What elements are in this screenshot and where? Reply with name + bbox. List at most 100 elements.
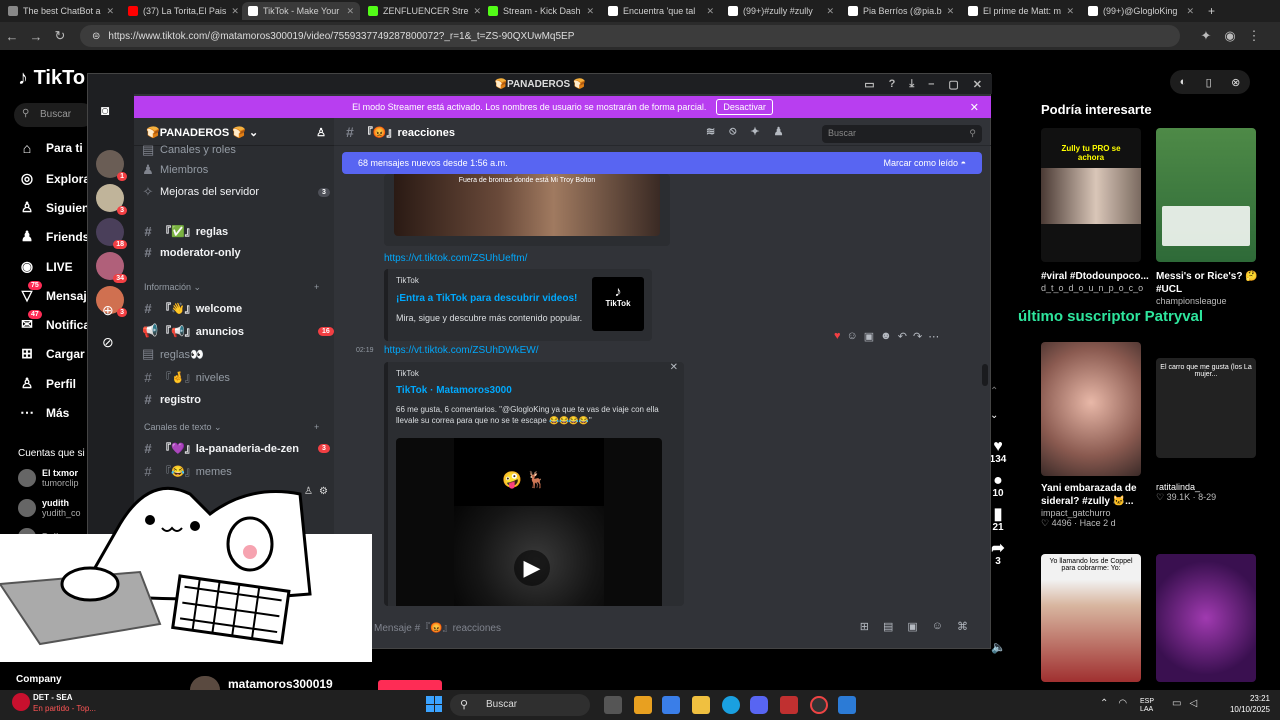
close-icon[interactable]: ✕ [973,78,982,91]
browser-tab[interactable]: TikTok - Make Your ✕ [242,2,360,20]
chat-scrollbar[interactable] [982,364,988,386]
volume-tray-icon[interactable]: ◁ [1189,698,1197,709]
browser-tab[interactable]: (99+)#zully #zully ✕ [722,2,840,20]
nav-item[interactable]: ♟ Friends [18,228,90,245]
channel-item[interactable]: # moderator-only [142,245,240,260]
reaction-sticker-icon[interactable]: ▣ [864,330,874,343]
rec-thumbnail-6[interactable] [1156,554,1256,682]
nav-item[interactable]: ⊞ Cargar [18,345,85,362]
emoji-icon[interactable]: ☺ [932,620,943,633]
embed2-video[interactable]: 🤪 🦌 ▶ [396,438,662,606]
next-video-icon[interactable]: ⌄ [990,410,998,421]
server-icon[interactable]: 3 [96,184,127,215]
task-view-icon[interactable] [604,696,622,714]
tab-close-icon[interactable]: ✕ [106,6,114,17]
app-icon[interactable] [780,696,798,714]
browser-tab[interactable]: Encuentra 'que tal ✕ [602,2,720,20]
coins-icon[interactable]: ◐ [1180,76,1187,88]
reaction-laugh-icon[interactable]: ☺ [847,330,858,343]
back-icon[interactable]: ← [0,29,24,44]
sports-widget-icon[interactable] [12,693,30,711]
extensions-icon[interactable]: ✦ [1194,28,1218,44]
maximize-icon[interactable]: ▢ [948,78,958,91]
channel-item[interactable]: # 『👋』welcome [142,300,242,316]
mute-icon[interactable]: ⦸ [729,125,736,138]
store-icon[interactable] [634,696,652,714]
tab-close-icon[interactable]: ✕ [346,6,354,17]
reaction-heart-icon[interactable]: ♥ [834,330,841,343]
disable-streamer-button[interactable]: Desactivar [716,99,773,115]
nav-item[interactable]: ♙ Siguien [18,199,90,216]
category-canales-texto[interactable]: Canales de texto ⌄ + [144,422,319,433]
discord-search-input[interactable]: Buscar ⚲ [822,125,982,143]
rec-caption-1[interactable]: #viral #Dtodounpoco... d_t_o_d_o_u_n_p_o… [1041,270,1151,293]
sidebar-item[interactable]: ▤ Canales y roles [142,142,236,158]
creator-handle[interactable]: matamoros300019 [228,677,333,691]
explore-icon[interactable]: ⊘ [102,334,114,351]
more-options-icon[interactable]: ⋯ [928,330,939,343]
new-messages-bar[interactable]: 68 mensajes nuevos desde 1:56 a.m. Marca… [342,152,982,174]
inbox-icon[interactable]: ▭ [864,78,874,91]
nav-item[interactable]: ◉ LIVE [18,258,73,275]
site-info-icon[interactable]: ⊜ [92,31,100,42]
menu-icon[interactable]: ⋮ [1242,28,1266,44]
nav-item[interactable]: ⋯ Más [18,404,69,421]
message-link-1[interactable]: https://vt.tiktok.com/ZSUhUeftm/ [384,253,527,264]
tiktok-search-input[interactable]: ⚲ Buscar [14,103,94,127]
new-tab-icon[interactable]: + [1208,4,1215,18]
sidebar-item[interactable]: ♟ Miembros [142,162,208,178]
rec-caption-4[interactable]: ratitalinda_ ♡ 39.1K · 8-29 [1156,482,1266,503]
members-list-icon[interactable]: ♟ [774,125,784,138]
tab-close-icon[interactable]: ✕ [586,6,594,17]
prev-video-icon[interactable]: ⌃ [990,386,998,397]
tab-close-icon[interactable]: ✕ [1186,6,1194,17]
browser-tab[interactable]: (37) La Torita,El Pais ✕ [122,2,240,20]
add-channel-icon[interactable]: + [314,422,319,432]
channel-item[interactable]: 📢 『📢』anuncios 16 [142,323,334,339]
nav-item[interactable]: ✉ 47 Notifica [18,310,90,333]
copilot-icon[interactable] [662,696,680,714]
server-icon[interactable]: 18 [96,218,127,249]
nav-item[interactable]: ♙ Perfil [18,375,76,392]
rec-thumbnail-4[interactable]: El carro que me gusta (los La mujer... [1156,358,1256,458]
rec-caption-2[interactable]: Messi's or Rice's? 🤔 #UCL championsleagu… [1156,270,1266,306]
sticker-icon[interactable]: ▣ [907,620,917,633]
device-icon[interactable]: ▯ [1206,76,1212,89]
rec-thumbnail-5[interactable]: Yo llamando los de Coppel para cobrarme:… [1041,554,1141,682]
file-explorer-icon[interactable] [692,696,710,714]
profile-icon[interactable]: ◉ [1218,28,1242,44]
server-icon[interactable]: 34 [96,252,127,283]
tray-up-icon[interactable]: ⌃ [1100,698,1108,709]
threads-icon[interactable]: ≋ [706,125,715,138]
follow-button[interactable] [378,680,442,690]
creator-avatar[interactable] [190,676,220,690]
forward-icon[interactable]: → [24,29,48,44]
language-indicator[interactable]: ESP LAA [1140,698,1154,714]
tab-close-icon[interactable]: ✕ [1066,6,1074,17]
start-button[interactable] [426,696,442,712]
download-icon[interactable]: ⤓ [909,78,914,91]
server-icon[interactable]: 1 [96,150,127,181]
tab-close-icon[interactable]: ✕ [947,6,955,17]
browser-tab[interactable]: Stream - Kick Dash ✕ [482,2,600,20]
discord-taskbar-icon[interactable] [750,696,768,714]
add-server-icon[interactable]: ⊕ [102,302,114,319]
chrome-icon[interactable] [810,696,828,714]
add-reaction-icon[interactable]: ☻ [880,330,892,343]
taskbar-search[interactable]: ⚲ Buscar [450,694,590,716]
close-banner-icon[interactable]: ✕ [970,101,979,114]
user-menu-icon[interactable]: ⊗ [1231,76,1240,89]
address-bar[interactable]: ⊜ https://www.tiktok.com/@matamoros30001… [80,25,1180,47]
message-composer[interactable]: Mensaje #『😡』reacciones ⊞ ▤ ▣ ☺ ⌘ [374,612,978,640]
play-icon[interactable]: ▶ [514,550,550,586]
help-icon[interactable]: ? [889,78,896,91]
nav-item[interactable]: ▽ 75 Mensaje [18,281,93,304]
edge-icon[interactable] [722,696,740,714]
apps-icon[interactable]: ⌘ [957,620,968,633]
browser-tab[interactable]: (99+)@GlogloKing ✕ [1082,2,1200,20]
nav-item[interactable]: ⌂ Para ti [18,140,83,156]
mark-read-button[interactable]: Marcar como leído ◓ [884,158,966,168]
tiktok-logo[interactable]: ♪ TikTo [18,67,85,90]
tab-close-icon[interactable]: ✕ [826,6,834,17]
channel-item[interactable]: ▤ reglas👀 [142,346,204,362]
